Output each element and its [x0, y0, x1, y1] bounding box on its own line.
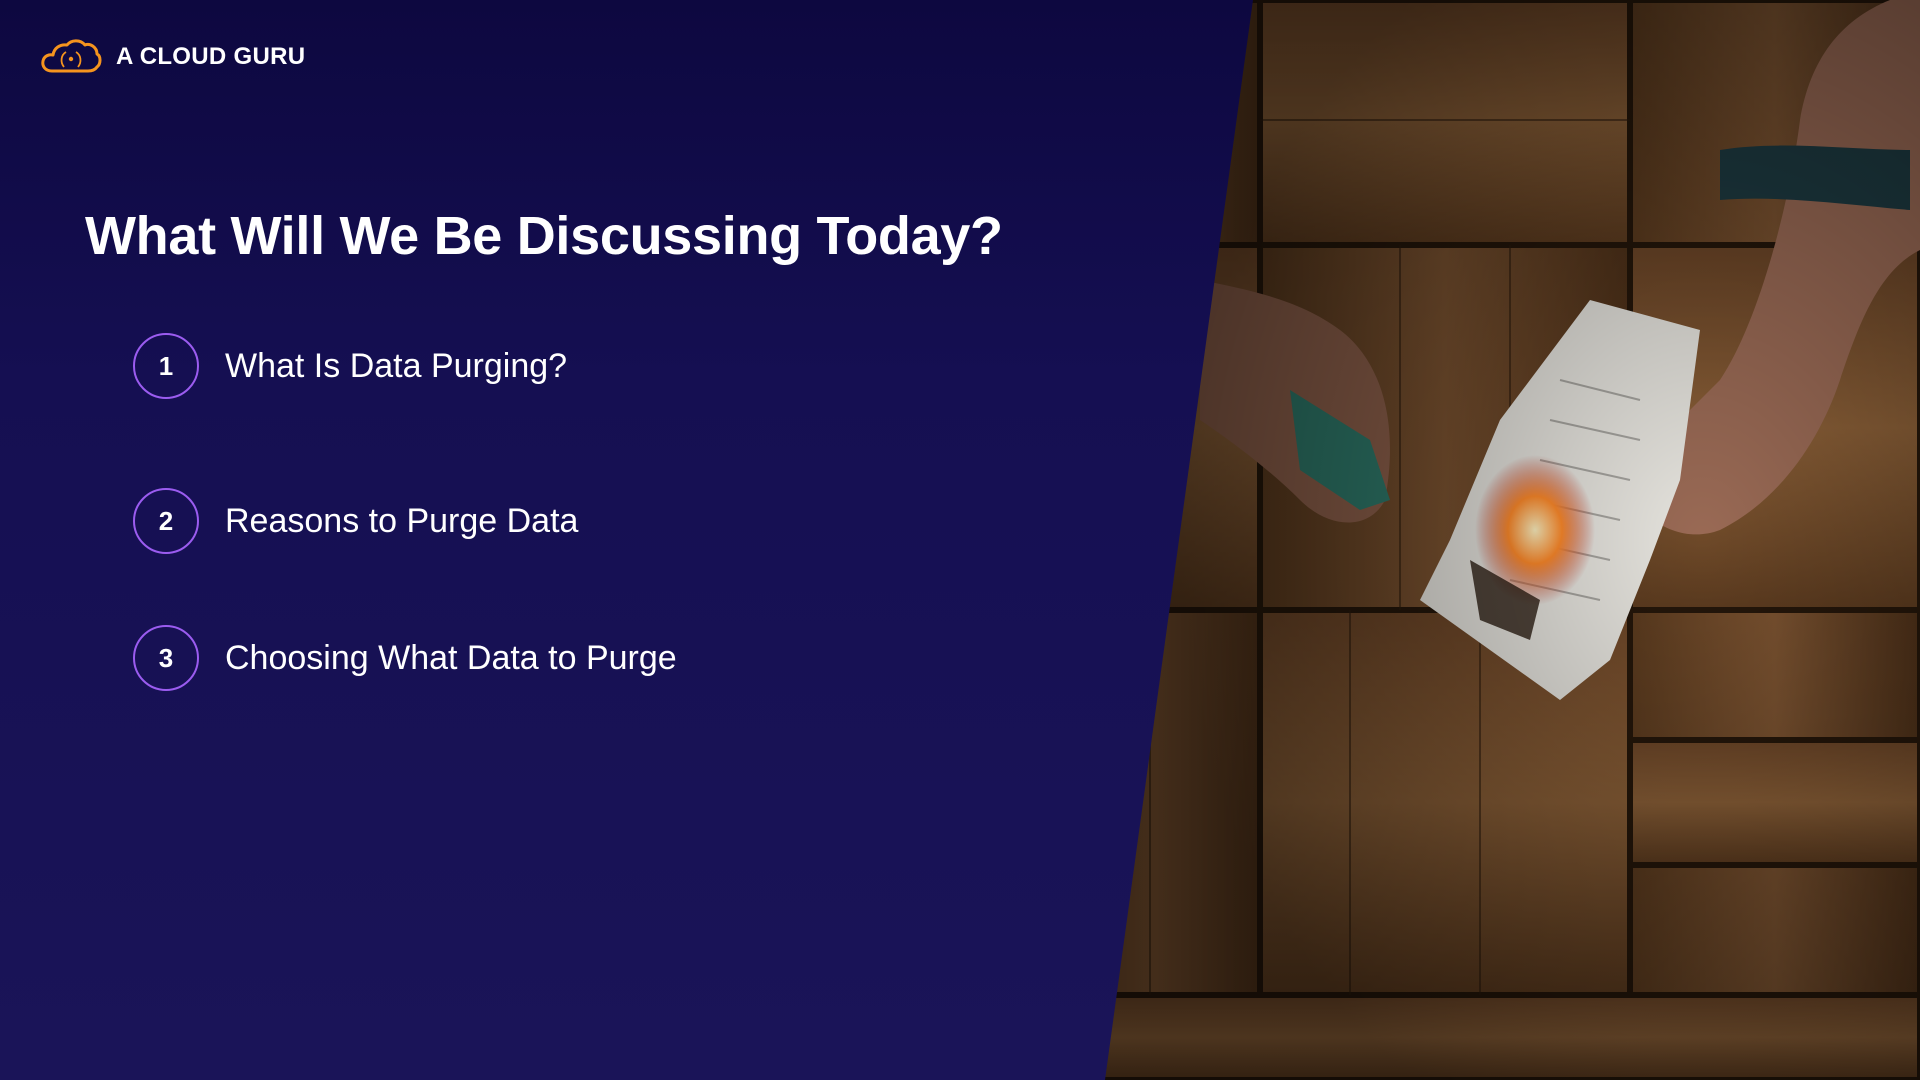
- slide-title: What Will We Be Discussing Today?: [85, 206, 1003, 266]
- agenda-item-label: Choosing What Data to Purge: [225, 638, 677, 677]
- agenda-number-badge: 2: [133, 488, 199, 554]
- agenda-item-label: Reasons to Purge Data: [225, 501, 579, 540]
- brand: A CLOUD GURU: [40, 37, 305, 77]
- agenda-item-label: What Is Data Purging?: [225, 346, 568, 385]
- agenda-item-1: 1 What Is Data Purging?: [133, 333, 567, 399]
- agenda-number-badge: 1: [133, 333, 199, 399]
- brand-name: A CLOUD GURU: [116, 43, 306, 70]
- cloud-logo-icon: [41, 39, 102, 73]
- agenda-item-3: 3 Choosing What Data to Purge: [133, 625, 677, 691]
- agenda-number-badge: 3: [133, 625, 199, 691]
- agenda-item-2: 2 Reasons to Purge Data: [133, 488, 578, 554]
